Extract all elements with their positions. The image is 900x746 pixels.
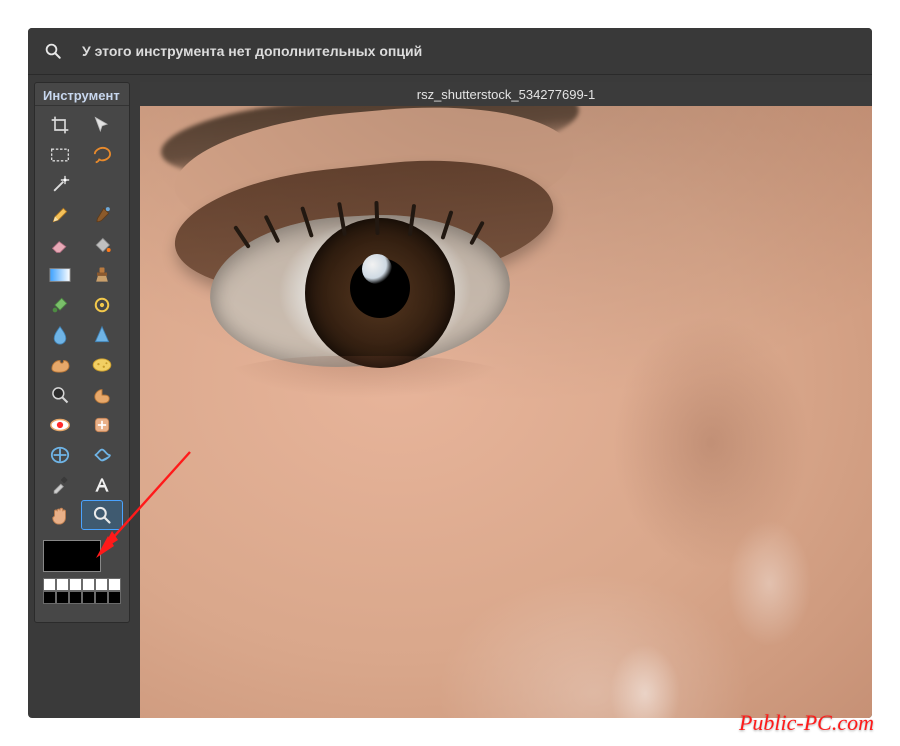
document-tab-title[interactable]: rsz_shutterstock_534277699-1 <box>417 87 596 102</box>
spot-heal-tool[interactable] <box>81 410 123 440</box>
paint-bucket-tool[interactable] <box>81 230 123 260</box>
smudge-tool[interactable] <box>39 350 81 380</box>
sponge-tool[interactable] <box>81 350 123 380</box>
clone-stamp-tool[interactable] <box>81 260 123 290</box>
watermark-text: Public-PC.com <box>739 710 874 736</box>
editor-window: У этого инструмента нет дополнительных о… <box>28 28 872 718</box>
crop-tool[interactable] <box>39 110 81 140</box>
document-area: rsz_shutterstock_534277699-1 <box>140 82 872 718</box>
bloat-tool[interactable] <box>39 440 81 470</box>
magic-wand-tool[interactable] <box>39 170 81 200</box>
image-content <box>140 106 872 718</box>
move-tool[interactable] <box>81 110 123 140</box>
marquee-select-tool[interactable] <box>39 140 81 170</box>
foreground-color-swatch[interactable] <box>43 540 101 572</box>
hand-tool[interactable] <box>39 500 81 530</box>
brush-tool[interactable] <box>81 200 123 230</box>
color-replace-tool[interactable] <box>39 290 81 320</box>
zoom-tool[interactable] <box>81 500 123 530</box>
screenshot-stage: У этого инструмента нет дополнительных о… <box>0 0 900 746</box>
swatch-palette[interactable] <box>43 578 121 604</box>
tools-panel-title: Инструмент <box>35 83 129 106</box>
sharpen-tool[interactable] <box>81 320 123 350</box>
tools-panel: Инструмент <box>34 82 130 623</box>
dodge-tool[interactable] <box>39 380 81 410</box>
lasso-select-tool[interactable] <box>81 140 123 170</box>
tools-grid <box>35 106 129 534</box>
type-tool[interactable] <box>81 470 123 500</box>
options-bar-message: У этого инструмента нет дополнительных о… <box>82 43 422 59</box>
burn-tool[interactable] <box>81 380 123 410</box>
canvas[interactable] <box>140 106 872 718</box>
gradient-tool[interactable] <box>39 260 81 290</box>
workspace: Инструмент <box>28 74 872 718</box>
pinch-tool[interactable] <box>81 440 123 470</box>
red-eye-tool[interactable] <box>39 410 81 440</box>
zoom-icon <box>42 40 64 62</box>
document-tab-bar: rsz_shutterstock_534277699-1 <box>140 82 872 106</box>
eraser-tool[interactable] <box>39 230 81 260</box>
options-bar: У этого инструмента нет дополнительных о… <box>28 28 872 75</box>
colorpicker-tool[interactable] <box>39 470 81 500</box>
tool-spacer <box>81 170 123 200</box>
color-swatches <box>43 540 121 604</box>
drawing-tool[interactable] <box>81 290 123 320</box>
blur-tool[interactable] <box>39 320 81 350</box>
pencil-tool[interactable] <box>39 200 81 230</box>
